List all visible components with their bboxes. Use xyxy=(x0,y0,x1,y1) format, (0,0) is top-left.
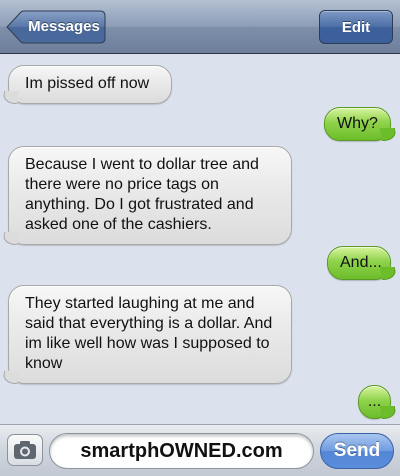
message-bubble-outgoing: ... xyxy=(358,385,391,419)
navigation-bar: Messages Edit xyxy=(0,0,400,54)
camera-button[interactable] xyxy=(7,434,43,466)
message-bubble-incoming: They started laughing at me and said tha… xyxy=(8,285,292,384)
message-bubble-outgoing: And... xyxy=(327,246,391,280)
message-bubble-incoming: Im pissed off now xyxy=(8,65,172,104)
compose-toolbar: smartphOWNED.com Send xyxy=(0,424,400,476)
edit-button[interactable]: Edit xyxy=(319,10,393,44)
message-bubble-outgoing: Why? xyxy=(324,107,391,141)
message-bubble-incoming: Because I went to dollar tree and there … xyxy=(8,146,292,245)
send-button[interactable]: Send xyxy=(320,433,394,469)
message-input[interactable]: smartphOWNED.com xyxy=(49,433,314,469)
camera-icon xyxy=(14,441,36,459)
back-button[interactable]: Messages xyxy=(6,10,106,44)
back-button-label: Messages xyxy=(28,18,100,35)
